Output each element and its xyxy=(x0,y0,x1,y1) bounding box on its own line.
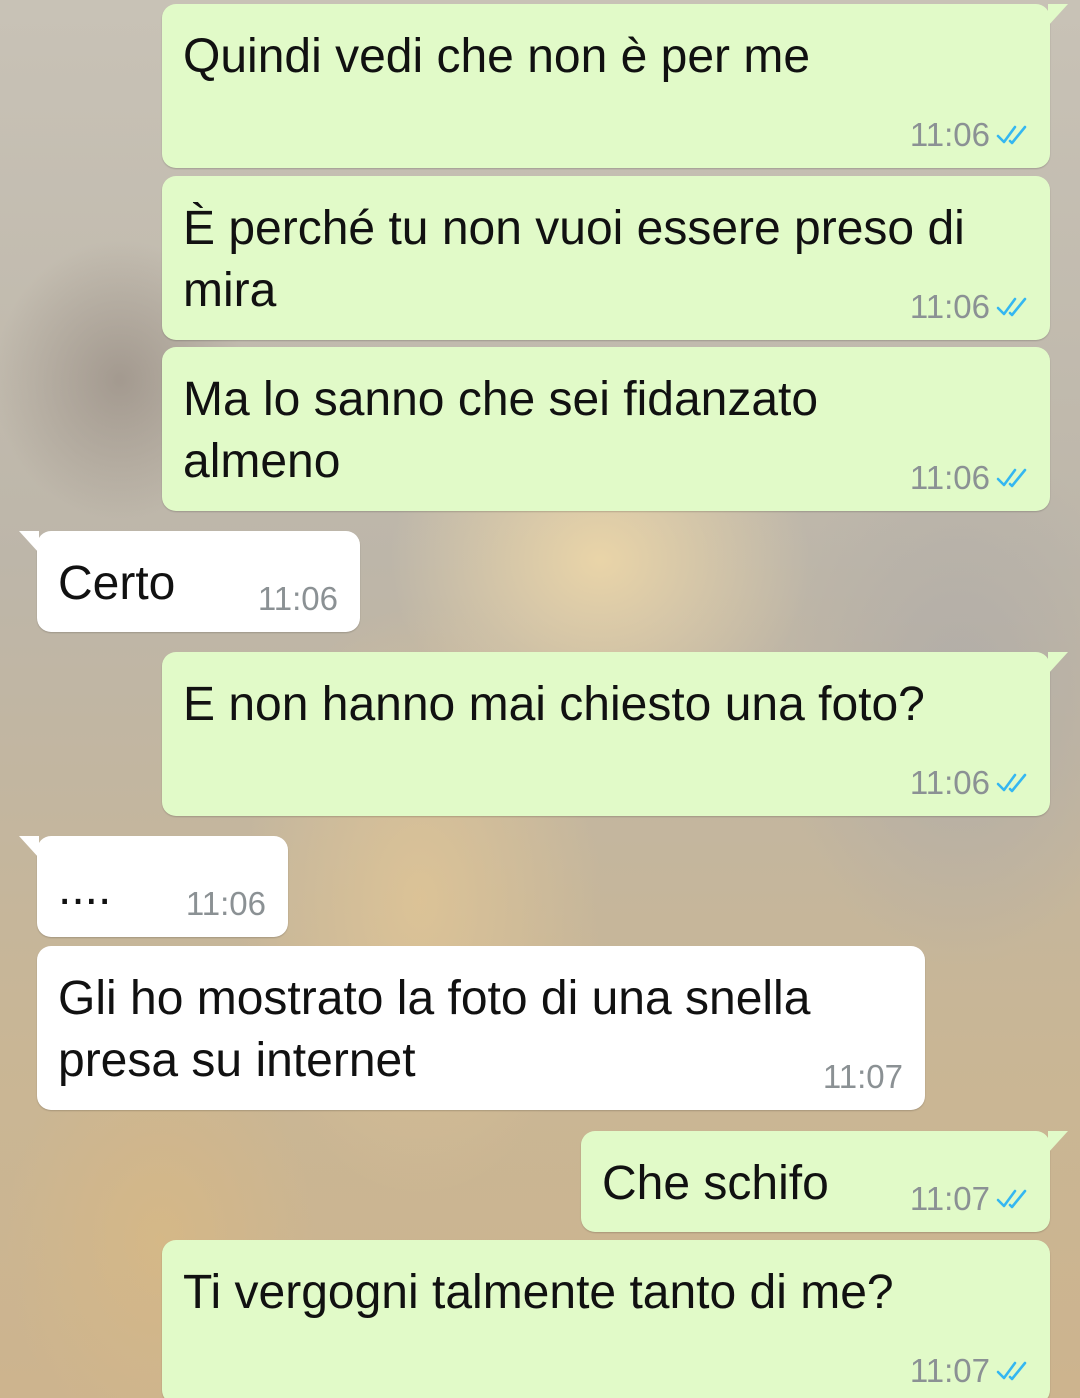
message-text: Ti vergogni talmente tanto di me? xyxy=(183,1266,894,1319)
message-bubble-incoming[interactable]: Certo 11:06 xyxy=(19,531,360,632)
message-bubble-incoming[interactable]: Gli ho mostrato la foto di una snella pr… xyxy=(37,946,925,1110)
message-time: 11:07 xyxy=(909,1352,990,1389)
double-check-read-icon xyxy=(996,125,1027,145)
message-meta: 11:06 xyxy=(910,764,1028,802)
message-bubble-outgoing[interactable]: Quindi vedi che non è per me 11:06 xyxy=(162,4,1068,168)
message-time: 11:07 xyxy=(822,1058,903,1095)
message-meta: 11:06 xyxy=(910,459,1028,497)
message-meta: 11:06 xyxy=(910,116,1028,154)
message-bubble-outgoing[interactable]: Ma lo sanno che sei fidanzato almeno 11:… xyxy=(162,347,1050,511)
message-bubble-incoming[interactable]: .... 11:06 xyxy=(19,836,288,937)
message-time: 11:07 xyxy=(909,1180,990,1217)
message-bubble-outgoing[interactable]: È perché tu non vuoi essere preso di mir… xyxy=(162,176,1050,340)
message-meta: 11:06 xyxy=(186,885,266,923)
message-text: Certo xyxy=(58,557,176,610)
message-meta: 11:07 xyxy=(823,1058,903,1096)
message-text: Gli ho mostrato la foto di una snella pr… xyxy=(58,972,811,1087)
message-time: 11:06 xyxy=(909,764,990,801)
message-time: 11:06 xyxy=(909,116,990,153)
double-check-read-icon xyxy=(996,773,1027,793)
double-check-read-icon xyxy=(996,297,1027,317)
message-bubble-outgoing[interactable]: E non hanno mai chiesto una foto? 11:06 xyxy=(162,652,1068,816)
message-text: .... xyxy=(58,862,112,915)
message-text: È perché tu non vuoi essere preso di mir… xyxy=(183,202,965,317)
double-check-read-icon xyxy=(996,1361,1027,1381)
message-meta: 11:06 xyxy=(258,580,338,618)
message-text: Ma lo sanno che sei fidanzato almeno xyxy=(183,373,819,488)
message-meta: 11:06 xyxy=(910,288,1028,326)
message-bubble-outgoing[interactable]: Ti vergogni talmente tanto di me? 11:07 xyxy=(162,1240,1050,1398)
double-check-read-icon xyxy=(996,468,1027,488)
message-text: E non hanno mai chiesto una foto? xyxy=(183,678,925,731)
message-time: 11:06 xyxy=(185,885,266,922)
message-time: 11:06 xyxy=(909,459,990,496)
message-text: Che schifo xyxy=(602,1157,829,1210)
message-time: 11:06 xyxy=(257,580,338,617)
message-meta: 11:07 xyxy=(910,1352,1028,1390)
message-meta: 11:07 xyxy=(910,1180,1028,1218)
message-text: Quindi vedi che non è per me xyxy=(183,30,811,83)
message-bubble-outgoing[interactable]: Che schifo 11:07 xyxy=(581,1131,1068,1232)
message-time: 11:06 xyxy=(909,288,990,325)
double-check-read-icon xyxy=(996,1189,1027,1209)
